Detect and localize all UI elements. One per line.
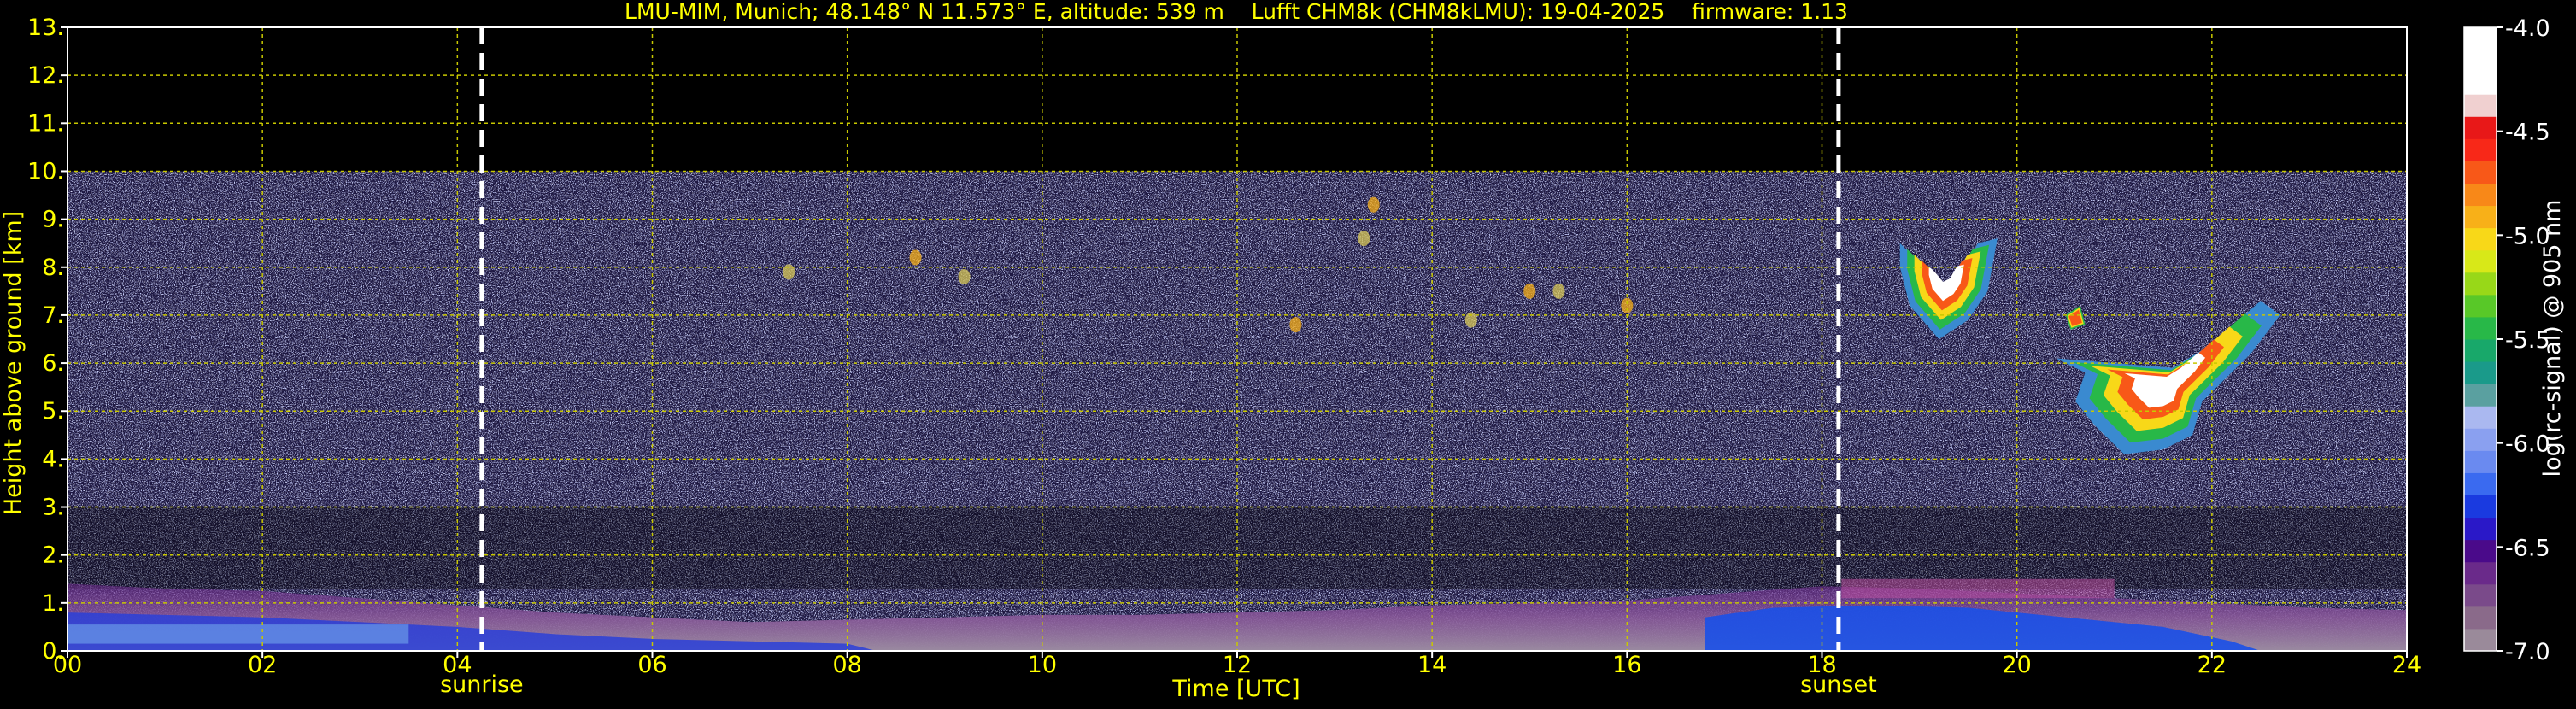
colorbar-segment [2464, 116, 2497, 139]
colorbar-segment [2464, 561, 2497, 585]
colorbar-segment [2464, 628, 2497, 652]
x-tick-label: 20 [2002, 652, 2031, 678]
x-tick-label: 06 [637, 652, 666, 678]
colorbar: -7.0-6.5-6.0-5.5-5.0-4.5-4.0 [2463, 15, 2550, 665]
colorbar-segment [2464, 450, 2497, 473]
colorbar-segment [2464, 249, 2497, 273]
chart-svg: sunrise sunset00 02 04 06 08 10 12 14 16 18 20 22 240… [0, 0, 2566, 702]
colorbar-segment [2464, 406, 2497, 429]
colorbar-segment [2464, 472, 2497, 495]
colorbar-segment [2464, 517, 2497, 541]
colorbar-segment [2464, 205, 2497, 229]
colorbar-tick-label: -6.5 [2505, 535, 2550, 561]
colorbar-segment [2464, 27, 2497, 50]
y-tick-label: 3. [42, 495, 64, 521]
y-tick-label: 7. [42, 302, 64, 329]
cloud-speck [1523, 283, 1536, 299]
colorbar-segment [2464, 161, 2497, 184]
cloud-speck [1289, 317, 1302, 333]
y-tick-label: 0. [42, 638, 64, 665]
colorbar-segment [2464, 606, 2497, 630]
x-tick-label: 04 [443, 652, 472, 678]
y-tick-label: 6. [42, 350, 64, 377]
ceilometer-chart: sunrise sunset 00 02 04 06 08 10 12 14 16 18 20 22 24 0… [0, 0, 2576, 706]
x-tick-label: 12 [1223, 652, 1252, 678]
colorbar-segment [2464, 539, 2497, 563]
x-tick-label: 16 [1612, 652, 1641, 678]
colorbar-segment [2464, 316, 2497, 340]
y-tick-label: 1. [42, 590, 64, 617]
colorbar-tick-label: -7.0 [2505, 639, 2550, 665]
x-tick-label: 08 [832, 652, 861, 678]
colorbar-segment [2464, 428, 2497, 451]
colorbar-segment [2464, 138, 2497, 161]
x-tick-label: 18 [1807, 652, 1836, 678]
y-tick-label: 8. [42, 255, 64, 281]
y-tick-label: 11. [27, 110, 64, 137]
colorbar-segment [2464, 361, 2497, 384]
y-tick-label: 10. [27, 158, 64, 185]
x-tick-label: 02 [248, 652, 277, 678]
cloud-speck [909, 249, 922, 266]
y-tick-label: 5. [42, 398, 64, 425]
y-tick-label: 13. [27, 15, 64, 41]
x-tick-label: 22 [2198, 652, 2227, 678]
colorbar-segment [2464, 339, 2497, 362]
cloud-speck [1358, 231, 1370, 247]
colorbar-segment [2464, 72, 2497, 95]
cloud-speck [958, 269, 971, 284]
cloud-speck [1367, 196, 1380, 213]
aerosol-top-pink [1841, 578, 2115, 599]
colorbar-tick-label: -4.5 [2505, 120, 2550, 146]
colorbar-segment [2464, 495, 2497, 519]
y-tick-label: 2. [42, 542, 64, 569]
colorbar-segment [2464, 272, 2497, 296]
x-tick-label: 14 [1417, 652, 1446, 678]
chart-title: LMU-MIM, Munich; 48.148° N 11.573° E, al… [625, 0, 1848, 24]
colorbar-segment [2464, 183, 2497, 207]
cloud-speck [1552, 283, 1565, 299]
plot-area [67, 27, 2407, 651]
colorbar-segment [2464, 227, 2497, 251]
y-tick-label: 4. [42, 446, 64, 472]
colorbar-segment [2464, 50, 2497, 73]
y-tick-label: 12. [27, 62, 64, 89]
colorbar-segment [2464, 294, 2497, 318]
x-tick-label: 24 [2392, 652, 2421, 678]
colorbar-segment [2464, 94, 2497, 117]
x-axis-label: Time [UTC] [1171, 676, 1300, 702]
y-tick-label: 9. [42, 207, 64, 233]
x-tick-label: 10 [1028, 652, 1057, 678]
colorbar-segment [2464, 583, 2497, 607]
y-axis-label: Height above ground [km] [0, 211, 26, 515]
colorbar-label: log(rc-signal) @ 905 nm [2539, 200, 2566, 478]
colorbar-tick-label: -4.0 [2505, 15, 2550, 42]
colorbar-segment [2464, 384, 2497, 407]
aerosol-band-light [67, 624, 409, 644]
